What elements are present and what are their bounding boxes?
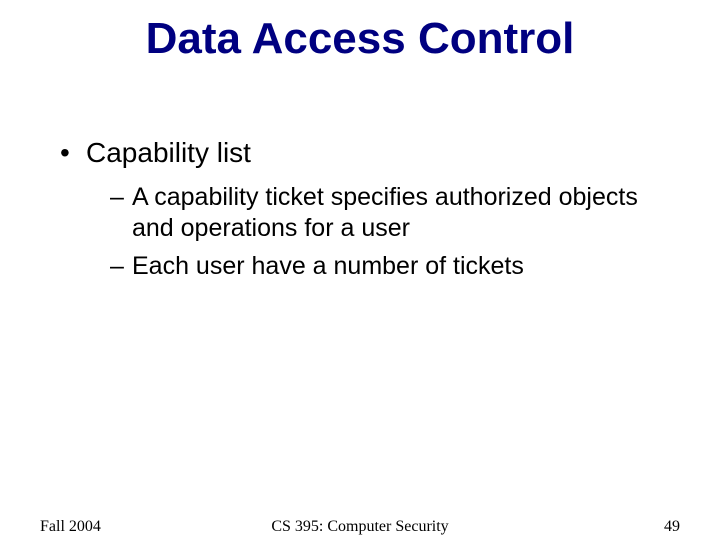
sub-text: Each user have a number of tickets: [132, 251, 524, 282]
bullet-level2: –A capability ticket specifies authorize…: [110, 182, 660, 245]
bullet-level1: •Capability list: [60, 135, 660, 170]
slide: Data Access Control •Capability list –A …: [0, 0, 720, 540]
footer-center: CS 395: Computer Security: [0, 518, 720, 536]
sub-text: A capability ticket specifies authorized…: [132, 182, 652, 245]
footer-right: 49: [664, 518, 680, 536]
bullet-text: Capability list: [86, 135, 251, 170]
sub-marker: –: [110, 182, 132, 213]
bullet-level2: –Each user have a number of tickets: [110, 251, 660, 282]
bullet-marker: •: [60, 135, 86, 170]
slide-body: •Capability list –A capability ticket sp…: [60, 135, 660, 282]
slide-title: Data Access Control: [0, 14, 720, 64]
sub-marker: –: [110, 251, 132, 282]
